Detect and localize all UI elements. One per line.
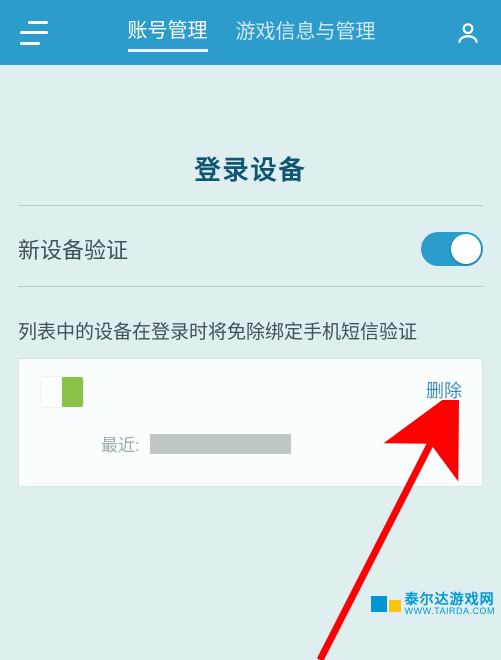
watermark-en: WWW.TAIRDA.COM xyxy=(405,607,495,617)
watermark-cn: 泰尔达游戏网 xyxy=(405,592,495,607)
device-recent-label: 最近: xyxy=(101,431,140,456)
device-card: 删除 最近: 2021-11-17 14:45 xyxy=(18,358,483,487)
watermark: 泰尔达游戏网 WWW.TAIRDA.COM xyxy=(371,592,495,617)
device-icon xyxy=(41,377,83,407)
device-recent-value: 2021-11-17 14:45 xyxy=(150,434,291,454)
profile-icon[interactable] xyxy=(455,20,481,46)
new-device-verify-toggle[interactable] xyxy=(421,232,483,266)
page-title: 登录设备 xyxy=(18,150,483,187)
device-list-description: 列表中的设备在登录时将免除绑定手机短信验证 xyxy=(18,317,483,344)
header-tabs: 账号管理 游戏信息与管理 xyxy=(78,14,425,52)
menu-icon[interactable] xyxy=(20,21,48,45)
tab-account[interactable]: 账号管理 xyxy=(128,14,208,52)
delete-button[interactable]: 删除 xyxy=(426,377,462,403)
new-device-verify-row: 新设备验证 xyxy=(18,226,483,286)
divider xyxy=(18,286,483,287)
divider xyxy=(18,205,483,206)
new-device-verify-label: 新设备验证 xyxy=(18,233,128,265)
tab-game-info[interactable]: 游戏信息与管理 xyxy=(236,15,376,50)
